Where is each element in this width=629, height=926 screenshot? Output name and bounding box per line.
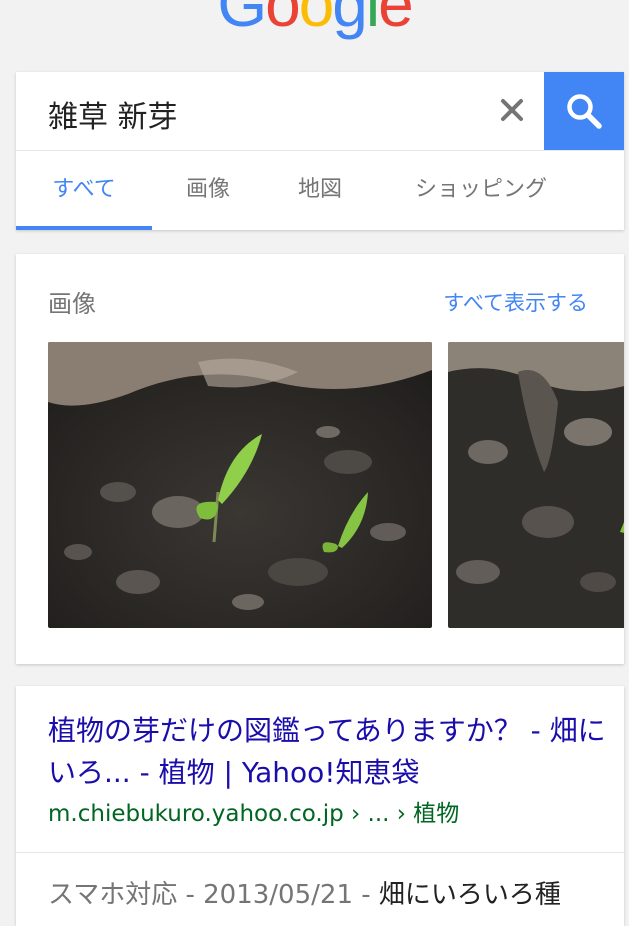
search-result: 植物の芽だけの図鑑ってありますか？ - 畑にいろ... - 植物 | Yahoo… [16, 686, 624, 926]
search-icon [567, 94, 602, 129]
logo-letter: g [332, 0, 368, 40]
search-bar: 雑草 新芽 [16, 72, 624, 150]
clear-button[interactable] [492, 90, 532, 130]
images-section: 画像 すべて表示する [16, 254, 624, 664]
logo-letter: G [217, 0, 267, 40]
tab-all[interactable]: すべて [16, 151, 152, 230]
logo-letter: o [298, 0, 335, 40]
logo-letter: l [365, 0, 380, 40]
search-tabs: すべて 画像 地図 ショッピング [16, 150, 624, 231]
tab-images[interactable]: 画像 [166, 151, 250, 229]
google-logo[interactable]: Google [0, 0, 629, 36]
search-card: 雑草 新芽 すべて 画像 地図 ショッピング [16, 72, 624, 230]
images-section-title: 画像 [48, 290, 96, 318]
search-button[interactable] [544, 72, 624, 150]
tab-maps[interactable]: 地図 [278, 151, 362, 229]
image-thumbnail[interactable] [48, 342, 432, 628]
see-all-link[interactable]: すべて表示する [443, 287, 588, 317]
search-input[interactable]: 雑草 新芽 [48, 92, 178, 136]
image-thumbnail[interactable] [448, 342, 624, 628]
logo-letter: o [265, 0, 301, 40]
result-snippet: スマホ対応 - 2013/05/21 - 畑にいろいろ種 [48, 874, 624, 911]
result-title-link[interactable]: 植物の芽だけの図鑑ってありますか？ - 畑にいろ... - 植物 | Yahoo… [48, 710, 608, 794]
divider [16, 852, 624, 853]
tab-shopping[interactable]: ショッピング [396, 151, 566, 229]
snippet-meta: スマホ対応 - 2013/05/21 - [48, 880, 379, 910]
snippet-text: 畑にいろいろ種 [378, 880, 561, 910]
result-url[interactable]: m.chiebukuro.yahoo.co.jp › ... › 植物 [48, 794, 459, 828]
logo-letter: e [378, 0, 414, 40]
close-icon [501, 99, 523, 121]
